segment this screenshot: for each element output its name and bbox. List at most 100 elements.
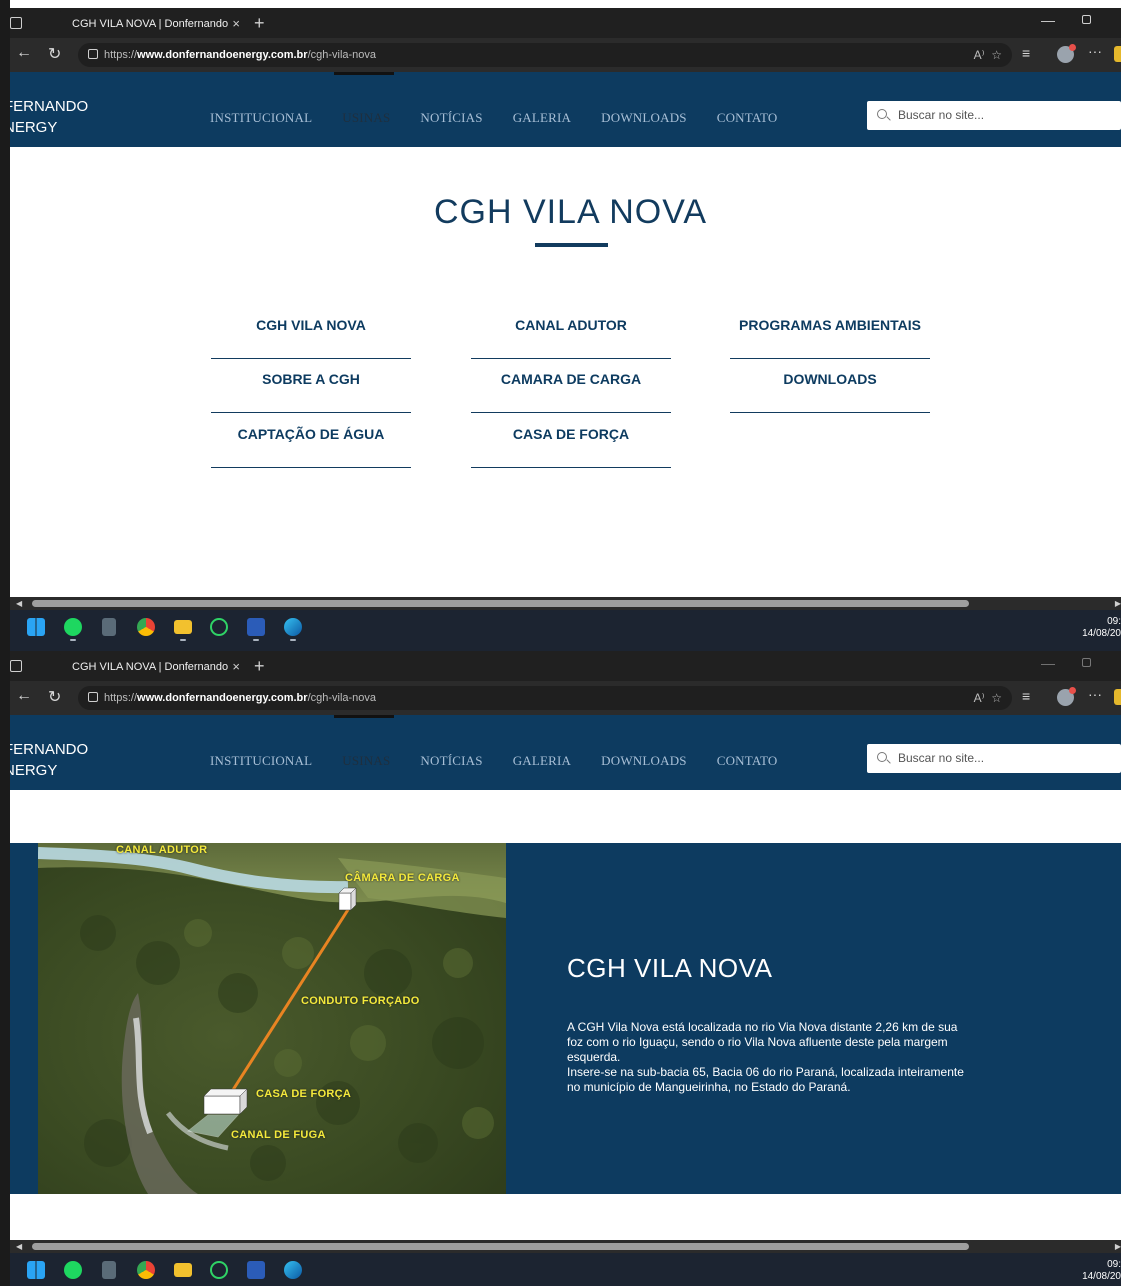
- link-captacao-de-agua[interactable]: CAPTAÇÃO DE ÁGUA: [211, 414, 411, 468]
- tab-bar: CGH VILA NOVA | Donfernando × + —: [0, 651, 1121, 681]
- tab-active[interactable]: CGH VILA NOVA | Donfernando ×: [58, 653, 248, 681]
- restore-icon[interactable]: [1082, 15, 1091, 24]
- logo-line-1: FERNANDO: [4, 98, 89, 115]
- taskbar: 09: 14/08/20: [0, 1253, 1121, 1286]
- menu-item-galeria[interactable]: GALERIA: [513, 753, 571, 769]
- file-explorer-icon[interactable]: [174, 1263, 192, 1277]
- address-bar-row: ← ↻ https://www.donfernandoenergy.com.br…: [0, 38, 1121, 72]
- menu-item-contato[interactable]: CONTATO: [717, 753, 778, 769]
- description-paragraph-1: A CGH Vila Nova está localizada no rio V…: [567, 1020, 958, 1064]
- reload-icon[interactable]: ↻: [48, 44, 61, 64]
- chrome-icon[interactable]: [137, 618, 155, 636]
- more-icon[interactable]: ···: [1088, 686, 1102, 702]
- search-input[interactable]: Buscar no site...: [867, 101, 1121, 130]
- menu-item-downloads[interactable]: DOWNLOADS: [601, 753, 687, 769]
- address-bar[interactable]: https://www.donfernandoenergy.com.br/cgh…: [78, 686, 1012, 710]
- link-camara-de-carga[interactable]: CAMARA DE CARGA: [471, 359, 671, 413]
- word-icon[interactable]: [247, 1261, 265, 1279]
- site-logo[interactable]: FERNANDO NERGY: [4, 96, 88, 138]
- scrollbar-thumb[interactable]: [32, 600, 969, 607]
- menu-item-galeria[interactable]: GALERIA: [513, 110, 571, 126]
- back-icon[interactable]: ←: [16, 44, 32, 62]
- favorite-star-icon[interactable]: ☆: [991, 691, 1002, 705]
- restore-icon[interactable]: [1082, 658, 1091, 667]
- new-tab-button[interactable]: +: [254, 652, 265, 680]
- menu-item-usinas[interactable]: USINAS: [342, 110, 390, 126]
- profile-avatar[interactable]: [1057, 687, 1076, 706]
- scroll-right-icon[interactable]: ▶: [1115, 597, 1121, 610]
- lock-icon[interactable]: [88, 692, 98, 702]
- taskbar-clock[interactable]: 09: 14/08/20: [1082, 616, 1121, 640]
- whatsapp-icon[interactable]: [210, 1261, 228, 1279]
- site-logo[interactable]: FERNANDO NERGY: [4, 739, 88, 781]
- favorites-icon[interactable]: ≡: [1022, 45, 1030, 61]
- calculator-icon[interactable]: [102, 1261, 116, 1279]
- menu-item-downloads[interactable]: DOWNLOADS: [601, 110, 687, 126]
- link-cgh-vila-nova[interactable]: CGH VILA NOVA: [211, 305, 411, 359]
- minimize-icon[interactable]: —: [1041, 12, 1055, 28]
- windows-icon[interactable]: [27, 1261, 45, 1279]
- copilot-icon[interactable]: [1114, 689, 1121, 705]
- address-bar[interactable]: https://www.donfernandoenergy.com.br/cgh…: [78, 43, 1012, 67]
- lock-icon[interactable]: [88, 49, 98, 59]
- url-text: https://www.donfernandoenergy.com.br/cgh…: [104, 49, 377, 61]
- whatsapp-icon[interactable]: [210, 618, 228, 636]
- read-aloud-icon[interactable]: A⁾: [974, 48, 985, 62]
- menu-item-usinas[interactable]: USINAS: [342, 753, 390, 769]
- edge-icon[interactable]: [284, 1261, 302, 1279]
- new-tab-button[interactable]: +: [254, 9, 265, 37]
- windows-icon[interactable]: [27, 618, 45, 636]
- link-sobre-a-cgh[interactable]: SOBRE A CGH: [211, 359, 411, 413]
- search-placeholder: Buscar no site...: [898, 751, 985, 765]
- logo-line-2: NERGY: [4, 762, 58, 779]
- favorites-icon[interactable]: ≡: [1022, 688, 1030, 704]
- tab-actions-icon[interactable]: [10, 660, 22, 672]
- file-explorer-icon[interactable]: [174, 620, 192, 634]
- link-canal-adutor[interactable]: CANAL ADUTOR: [471, 305, 671, 359]
- word-icon[interactable]: [247, 618, 265, 636]
- more-icon[interactable]: ···: [1088, 43, 1102, 59]
- taskbar-clock[interactable]: 09: 14/08/20: [1082, 1259, 1121, 1283]
- menu-item-institucional[interactable]: INSTITUCIONAL: [210, 110, 312, 126]
- horizontal-scrollbar[interactable]: ◀ ▶: [0, 1240, 1121, 1253]
- casa-block: [203, 1088, 248, 1115]
- copilot-icon[interactable]: [1114, 46, 1121, 62]
- aerial-photo-drawing: [38, 843, 506, 1194]
- tab-close-icon[interactable]: ×: [232, 653, 240, 681]
- tab-active[interactable]: CGH VILA NOVA | Donfernando ×: [58, 10, 248, 38]
- spotify-icon[interactable]: [64, 1261, 82, 1279]
- reload-icon[interactable]: ↻: [48, 687, 61, 707]
- link-casa-de-forca[interactable]: CASA DE FORÇA: [471, 414, 671, 468]
- scroll-left-icon[interactable]: ◀: [16, 1240, 22, 1253]
- horizontal-scrollbar[interactable]: ◀ ▶: [0, 597, 1121, 610]
- tab-actions-icon[interactable]: [10, 17, 22, 29]
- tab-bar: CGH VILA NOVA | Donfernando × + —: [0, 8, 1121, 38]
- edge-icon[interactable]: [284, 618, 302, 636]
- search-input[interactable]: Buscar no site...: [867, 744, 1121, 773]
- edge-running-indicator: [290, 639, 296, 641]
- tab-title: CGH VILA NOVA | Donfernando: [72, 18, 229, 30]
- scrollbar-thumb[interactable]: [32, 1243, 969, 1250]
- link-programas-ambientais[interactable]: PROGRAMAS AMBIENTAIS: [730, 305, 930, 359]
- chrome-icon[interactable]: [137, 1261, 155, 1279]
- spotify-icon[interactable]: [64, 618, 82, 636]
- tab-close-icon[interactable]: ×: [232, 10, 240, 38]
- clock-time: 09:: [1107, 1259, 1121, 1270]
- url-text: https://www.donfernandoenergy.com.br/cgh…: [104, 692, 377, 704]
- scroll-right-icon[interactable]: ▶: [1115, 1240, 1121, 1253]
- minimize-icon[interactable]: —: [1041, 655, 1055, 671]
- back-icon[interactable]: ←: [16, 687, 32, 705]
- menu-item-contato[interactable]: CONTATO: [717, 110, 778, 126]
- search-icon: [877, 109, 887, 119]
- menu-item-noticias[interactable]: NOTÍCIAS: [420, 110, 482, 126]
- calculator-icon[interactable]: [102, 618, 116, 636]
- taskbar: 09: 14/08/20: [0, 610, 1121, 643]
- favorite-star-icon[interactable]: ☆: [991, 48, 1002, 62]
- read-aloud-icon[interactable]: A⁾: [974, 691, 985, 705]
- scroll-left-icon[interactable]: ◀: [16, 597, 22, 610]
- profile-avatar[interactable]: [1057, 44, 1076, 63]
- link-downloads[interactable]: DOWNLOADS: [730, 359, 930, 413]
- menu-item-noticias[interactable]: NOTÍCIAS: [420, 753, 482, 769]
- menu-item-institucional[interactable]: INSTITUCIONAL: [210, 753, 312, 769]
- browser-window-1: CGH VILA NOVA | Donfernando × + — ← ↻ ht…: [0, 0, 1121, 643]
